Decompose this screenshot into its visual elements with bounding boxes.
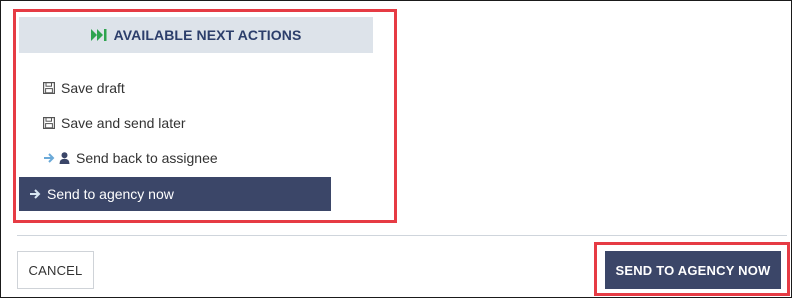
next-actions-title: AVAILABLE NEXT ACTIONS xyxy=(113,27,302,43)
action-send-back-assignee[interactable]: Send back to assignee xyxy=(19,141,331,175)
dialog-frame: AVAILABLE NEXT ACTIONS Save draft Save a… xyxy=(0,0,792,298)
action-label: Save draft xyxy=(61,80,125,96)
action-send-agency-now[interactable]: Send to agency now xyxy=(19,177,331,211)
arrow-right-icon xyxy=(43,152,55,164)
action-label: Send to agency now xyxy=(47,186,174,202)
action-label: Send back to assignee xyxy=(76,150,218,166)
action-label: Save and send later xyxy=(61,115,186,131)
fast-forward-icon xyxy=(90,29,107,41)
send-to-agency-button[interactable]: SEND TO AGENCY NOW xyxy=(605,251,781,289)
save-icon xyxy=(43,117,55,129)
arrow-right-icon xyxy=(29,188,41,200)
cancel-button[interactable]: CANCEL xyxy=(17,251,94,289)
save-icon xyxy=(43,82,55,94)
footer-divider xyxy=(17,235,787,236)
user-icon xyxy=(59,152,70,164)
next-actions-header: AVAILABLE NEXT ACTIONS xyxy=(19,17,373,53)
action-save-send-later[interactable]: Save and send later xyxy=(19,106,331,140)
action-save-draft[interactable]: Save draft xyxy=(19,71,331,105)
